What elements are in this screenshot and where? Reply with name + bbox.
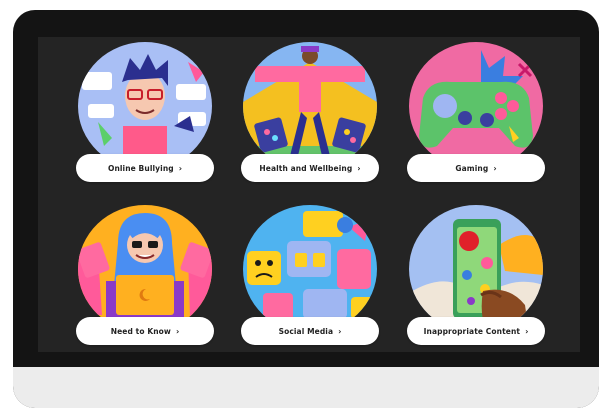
topic-button-social-media[interactable]: Social Media › [241, 317, 379, 345]
monitor-chin [13, 367, 599, 408]
chevron-right-icon: › [175, 326, 180, 336]
topic-button-online-bullying[interactable]: Online Bullying › [76, 154, 214, 182]
topic-label: Need to Know [110, 326, 171, 336]
topic-label: Inappropriate Content [423, 326, 521, 336]
topic-card-gaming[interactable]: Gaming › [407, 42, 545, 182]
topic-card-inappropriate-content[interactable]: Inappropriate Content › [407, 205, 545, 345]
topic-label: Social Media [278, 326, 334, 336]
topic-label: Online Bullying [107, 163, 174, 173]
topic-button-need-to-know[interactable]: Need to Know › [76, 317, 214, 345]
gaming-illustration [409, 42, 543, 170]
need-to-know-illustration [78, 205, 212, 333]
topic-button-health-and-wellbeing[interactable]: Health and Wellbeing › [241, 154, 379, 182]
chevron-right-icon: › [525, 326, 529, 336]
topic-button-inappropriate-content[interactable]: Inappropriate Content › [407, 317, 545, 345]
inappropriate-content-illustration [409, 205, 543, 333]
chevron-right-icon: › [338, 326, 342, 336]
chevron-right-icon: › [493, 163, 497, 173]
monitor-frame: Online Bullying › Health and Wellbeing ›… [13, 10, 599, 408]
wellbeing-illustration [243, 42, 377, 170]
topic-label: Health and Wellbeing [259, 163, 353, 173]
bullying-illustration [78, 42, 212, 170]
social-media-illustration [243, 205, 377, 333]
screen: Online Bullying › Health and Wellbeing ›… [38, 37, 580, 352]
topic-card-online-bullying[interactable]: Online Bullying › [76, 42, 214, 182]
topic-card-health-and-wellbeing[interactable]: Health and Wellbeing › [241, 42, 379, 182]
chevron-right-icon: › [357, 163, 361, 173]
topic-card-social-media[interactable]: Social Media › [241, 205, 379, 345]
topic-label: Gaming [455, 163, 489, 173]
topic-button-gaming[interactable]: Gaming › [407, 154, 545, 182]
chevron-right-icon: › [178, 163, 183, 173]
topic-card-need-to-know[interactable]: Need to Know › [76, 205, 214, 345]
